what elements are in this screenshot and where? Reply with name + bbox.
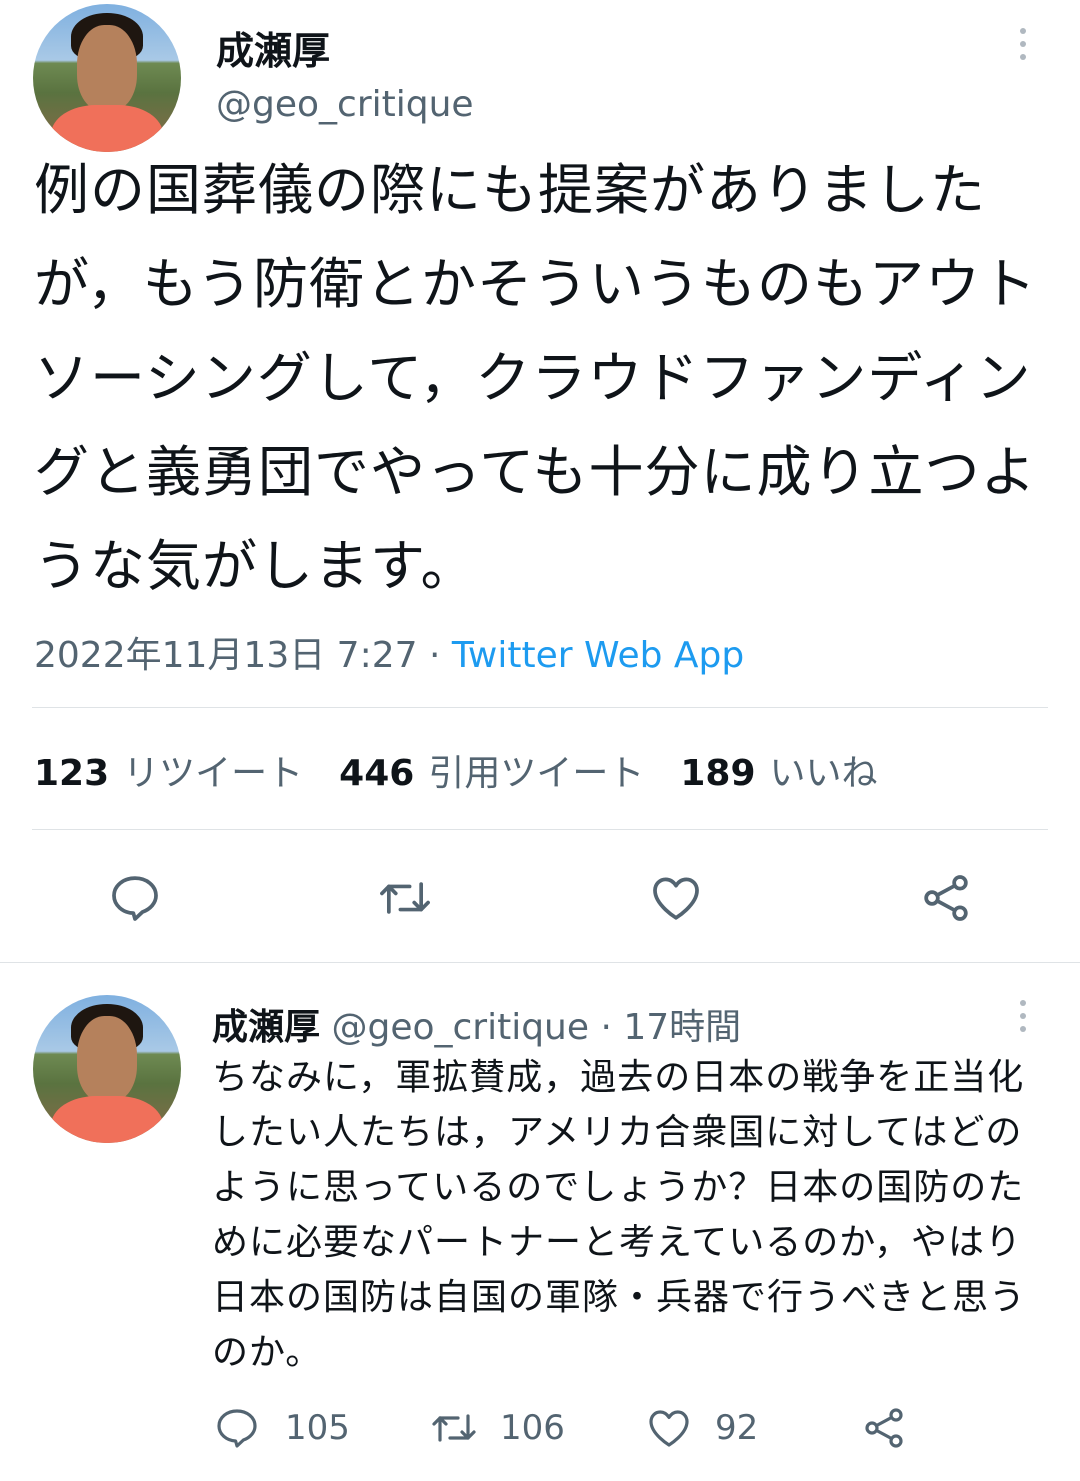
reply-count: 105	[285, 1408, 350, 1448]
retweet-stat[interactable]: 123 リツイート	[34, 744, 303, 796]
quote-stat[interactable]: 446 引用ツイート	[339, 744, 644, 796]
reply-reply-icon[interactable]	[213, 1404, 261, 1452]
author-name[interactable]: 成瀬厚	[216, 20, 330, 75]
retweet-count: 106	[500, 1408, 565, 1448]
reply-author-handle[interactable]: @geo_critique	[331, 1007, 589, 1048]
reply-author-name[interactable]: 成瀬厚	[212, 1007, 320, 1048]
like-icon[interactable]	[648, 870, 704, 926]
author-handle[interactable]: @geo_critique	[216, 84, 474, 125]
tweet-text: 例の国葬儀の際にも提案がありましたが，もう防衛とかそういうものもアウトソーシング…	[34, 158, 1038, 598]
reply-more-options-icon[interactable]	[1020, 1000, 1026, 1032]
like-stat[interactable]: 189 いいね	[680, 744, 877, 796]
reply-retweet-icon[interactable]	[428, 1404, 480, 1452]
reply-icon[interactable]	[107, 870, 163, 926]
reply-text: ちなみに，軍拡賛成，過去の日本の戦争を正当化したい人たちは，アメリカ合衆国に対し…	[212, 1057, 1027, 1373]
share-icon[interactable]	[918, 870, 974, 926]
more-options-icon[interactable]	[1020, 28, 1026, 60]
reply-header: 成瀬厚 @geo_critique · 17時間	[212, 998, 741, 1050]
reply-like-icon[interactable]	[645, 1404, 693, 1452]
like-count: 92	[715, 1408, 759, 1448]
reply-avatar[interactable]	[33, 995, 181, 1143]
retweet-icon[interactable]	[375, 870, 435, 926]
timestamp[interactable]: 2022年11月13日 7:27	[34, 635, 418, 676]
reply-share-icon[interactable]	[860, 1404, 908, 1452]
reply-time[interactable]: · 17時間	[589, 1007, 741, 1048]
tweet-stats: 123 リツイート 446 引用ツイート 189 いいね	[34, 744, 878, 796]
source-link[interactable]: Twitter Web App	[452, 635, 744, 676]
tweet-meta: 2022年11月13日 7:27 · Twitter Web App	[34, 635, 745, 676]
avatar[interactable]	[33, 4, 181, 152]
